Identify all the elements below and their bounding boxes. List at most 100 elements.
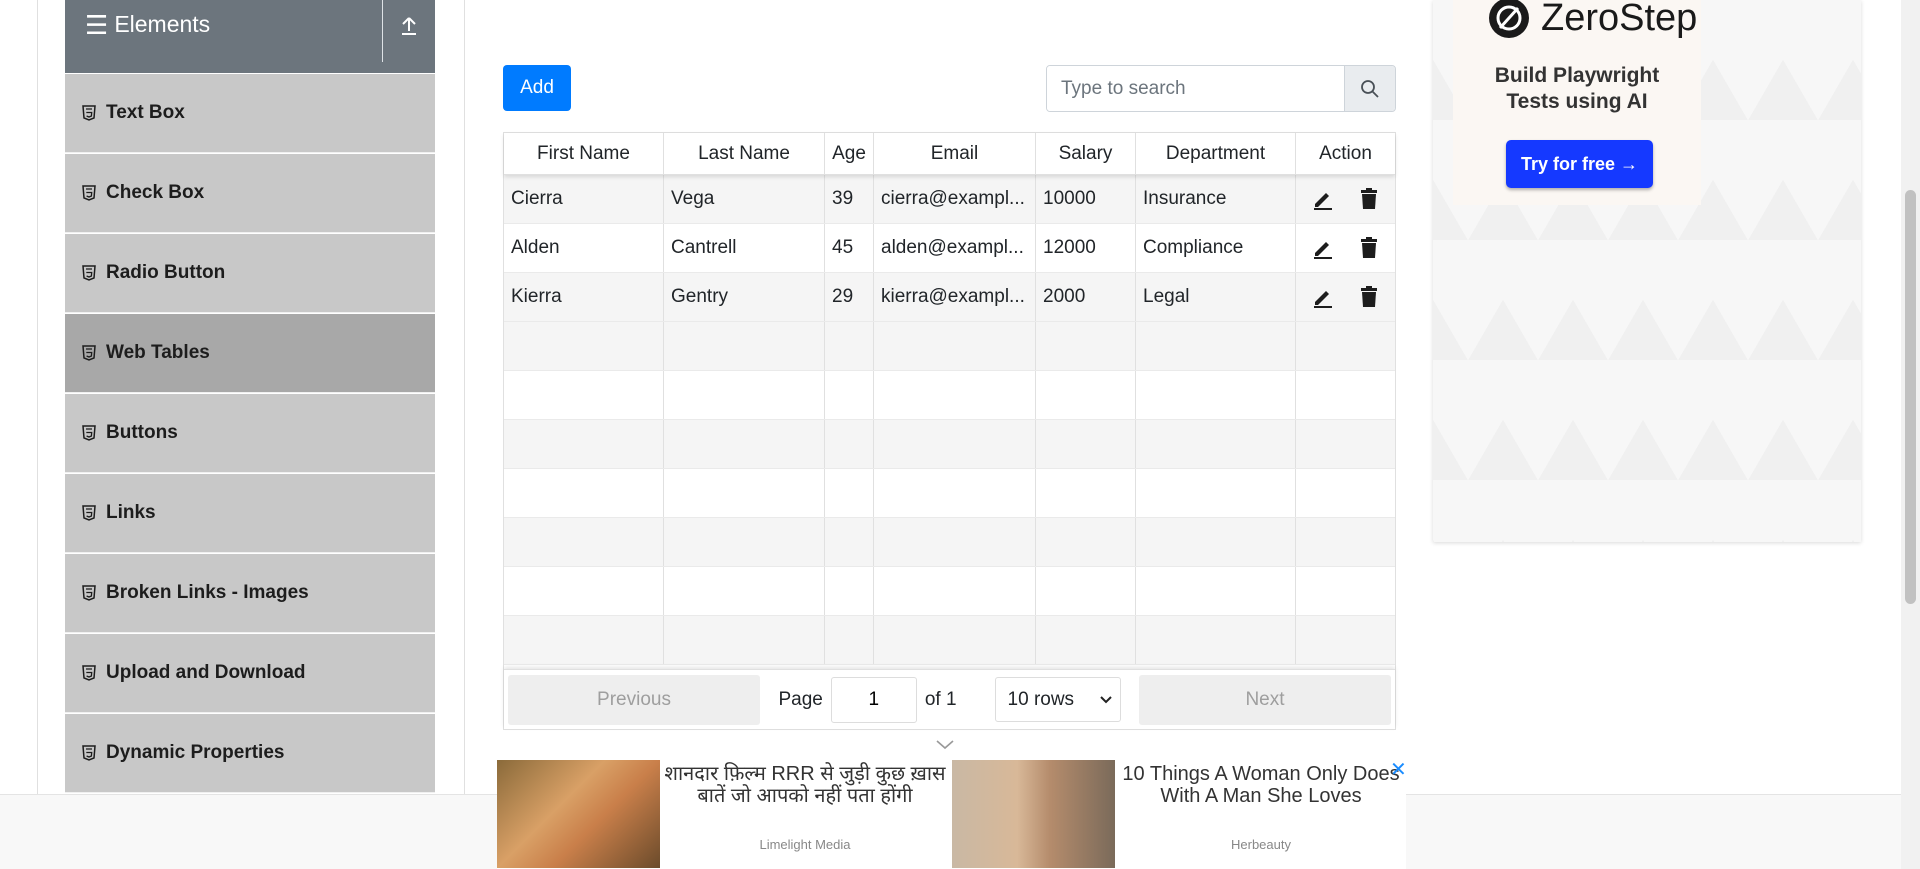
- add-button[interactable]: Add: [503, 65, 571, 111]
- html5-icon: [82, 265, 96, 281]
- empty-cell: [874, 371, 1036, 419]
- rows-per-page-value: 10 rows: [1007, 688, 1075, 710]
- ad-source-1: Limelight Media: [759, 837, 851, 852]
- table-cell: Compliance: [1136, 224, 1296, 272]
- empty-cell: [1296, 469, 1395, 517]
- edit-icon[interactable]: [1311, 285, 1335, 309]
- page-scrollbar[interactable]: [1901, 0, 1920, 869]
- search-button[interactable]: [1344, 66, 1395, 111]
- delete-icon[interactable]: [1357, 236, 1381, 260]
- ad-close-icon[interactable]: ✕: [1390, 757, 1407, 782]
- ad-image-rrr[interactable]: [497, 760, 660, 868]
- sidebar-item-radio-button[interactable]: Radio Button: [65, 233, 435, 313]
- collapse-up-icon[interactable]: [397, 14, 421, 38]
- empty-cell: [1136, 420, 1296, 468]
- previous-button[interactable]: Previous: [508, 674, 760, 725]
- page-label: Page: [778, 688, 823, 710]
- sidebar-item-dynamic-properties[interactable]: Dynamic Properties: [65, 713, 435, 793]
- side-ad[interactable]: ZeroStep Build Playwright Tests using AI…: [1433, 0, 1861, 542]
- empty-cell: [1136, 322, 1296, 370]
- ad-headline-1[interactable]: शानदार फ़िल्म RRR से जुड़ी कुछ ख़ास बाते…: [663, 763, 947, 807]
- empty-cell: [825, 518, 874, 566]
- empty-cell: [504, 616, 664, 664]
- scrollbar-thumb[interactable]: [1905, 190, 1916, 604]
- html5-icon: [82, 665, 96, 681]
- zerostep-tagline: Build Playwright Tests using AI: [1453, 63, 1701, 115]
- rows-per-page-select[interactable]: 10 rows: [994, 677, 1121, 722]
- column-header[interactable]: Last Name: [664, 133, 825, 174]
- table-header: First Name Last Name Age Email Salary Departm…: [504, 133, 1395, 175]
- empty-cell: [874, 322, 1036, 370]
- empty-cell: [1136, 469, 1296, 517]
- pagination: Previous Page of 1 10 rows Next: [504, 669, 1395, 729]
- table-cell: Gentry: [664, 273, 825, 321]
- search-input[interactable]: [1047, 66, 1344, 111]
- web-table: First Name Last Name Age Email Salary Departm…: [503, 132, 1396, 730]
- sidebar-item-buttons[interactable]: Buttons: [65, 393, 435, 473]
- empty-cell: [504, 420, 664, 468]
- zerostep-ad-card: ZeroStep Build Playwright Tests using AI…: [1453, 0, 1701, 205]
- table-cell: Cierra: [504, 175, 664, 223]
- table-cell: 45: [825, 224, 874, 272]
- table-cell: 29: [825, 273, 874, 321]
- empty-cell: [874, 616, 1036, 664]
- empty-cell: [1036, 420, 1136, 468]
- content-divider: [464, 0, 465, 794]
- sidebar-item-label: Buttons: [106, 422, 178, 443]
- zerostep-brand: ZeroStep: [1541, 0, 1698, 39]
- table-cell: 39: [825, 175, 874, 223]
- html5-icon: [82, 505, 96, 521]
- sidebar-item-upload-and-download[interactable]: Upload and Download: [65, 633, 435, 713]
- empty-cell: [825, 371, 874, 419]
- table-row: [504, 567, 1395, 616]
- empty-cell: [1036, 371, 1136, 419]
- column-header[interactable]: Age: [825, 133, 874, 174]
- sidebar-item-text-box[interactable]: Text Box: [65, 73, 435, 153]
- edit-icon[interactable]: [1311, 236, 1335, 260]
- try-for-free-button[interactable]: Try for free →: [1506, 140, 1653, 188]
- html5-icon: [82, 425, 96, 441]
- elements-group-header[interactable]: ☰ Elements: [65, 0, 435, 73]
- ad-image-couple[interactable]: [952, 760, 1115, 868]
- header-divider: [382, 0, 383, 62]
- delete-icon[interactable]: [1357, 285, 1381, 309]
- table-cell: Cantrell: [664, 224, 825, 272]
- sidebar-item-label: Dynamic Properties: [106, 742, 285, 763]
- next-button[interactable]: Next: [1139, 674, 1391, 725]
- delete-icon[interactable]: [1357, 187, 1381, 211]
- column-header[interactable]: Salary: [1036, 133, 1136, 174]
- html5-icon: [82, 105, 96, 121]
- sidebar-item-links[interactable]: Links: [65, 473, 435, 553]
- chevron-down-icon: [1099, 695, 1112, 703]
- table-row: Cierra Vega 39 cierra@exampl... 10000 Insuran…: [504, 175, 1395, 224]
- ad-collapse-chevron-icon[interactable]: [934, 738, 956, 752]
- column-header[interactable]: Action: [1296, 133, 1395, 174]
- table-row: Alden Cantrell 45 alden@exampl... 12000 Compl…: [504, 224, 1395, 273]
- empty-cell: [874, 567, 1036, 615]
- sidebar-item-broken-links-images[interactable]: Broken Links - Images: [65, 553, 435, 633]
- table-row: [504, 469, 1395, 518]
- empty-cell: [664, 567, 825, 615]
- ad-source-2: Herbeauty: [1231, 837, 1291, 852]
- sidebar: ☰ Elements Text Box Check Box Radio Button…: [65, 0, 435, 794]
- empty-cell: [1136, 518, 1296, 566]
- ad-headline-2[interactable]: 10 Things A Woman Only Does With A Man S…: [1119, 763, 1403, 807]
- empty-cell: [664, 616, 825, 664]
- tagline-line-1: Build Playwright: [1494, 64, 1660, 87]
- sidebar-item-web-tables[interactable]: Web Tables: [65, 313, 435, 393]
- bottom-ad: शानदार फ़िल्म RRR से जुड़ी कुछ ख़ास बाते…: [497, 757, 1407, 869]
- sidebar-item-check-box[interactable]: Check Box: [65, 153, 435, 233]
- column-header[interactable]: First Name: [504, 133, 664, 174]
- edit-icon[interactable]: [1311, 187, 1335, 211]
- column-header[interactable]: Department: [1136, 133, 1296, 174]
- empty-cell: [1296, 616, 1395, 664]
- sidebar-item-label: Upload and Download: [106, 662, 306, 683]
- sidebar-item-label: Broken Links - Images: [106, 582, 309, 603]
- page-number-input[interactable]: [830, 676, 917, 723]
- sidebar-menu: Text Box Check Box Radio Button Web Tables B…: [65, 73, 435, 793]
- action-cell: [1296, 224, 1395, 272]
- column-header[interactable]: Email: [874, 133, 1036, 174]
- empty-cell: [1296, 371, 1395, 419]
- empty-cell: [1036, 322, 1136, 370]
- empty-cell: [1136, 616, 1296, 664]
